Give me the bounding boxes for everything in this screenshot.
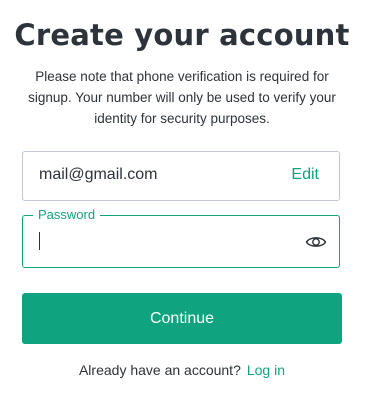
- password-input[interactable]: [39, 230, 289, 254]
- password-label: Password: [33, 207, 101, 223]
- email-value: mail@gmail.com: [39, 166, 158, 183]
- continue-button[interactable]: Continue: [22, 293, 342, 344]
- password-field[interactable]: Password: [22, 207, 340, 268]
- login-prompt-text: Already have an account?: [78, 362, 241, 378]
- page-title: Create your account: [14, 18, 350, 52]
- login-prompt: Already have an account? Log in: [0, 362, 364, 378]
- edit-email-link[interactable]: Edit: [291, 166, 319, 184]
- eye-icon[interactable]: [305, 232, 327, 252]
- text-cursor: [39, 232, 40, 250]
- email-field: mail@gmail.com Edit: [22, 151, 340, 201]
- login-link[interactable]: Log in: [247, 362, 285, 378]
- verification-note: Please note that phone verification is r…: [28, 69, 336, 126]
